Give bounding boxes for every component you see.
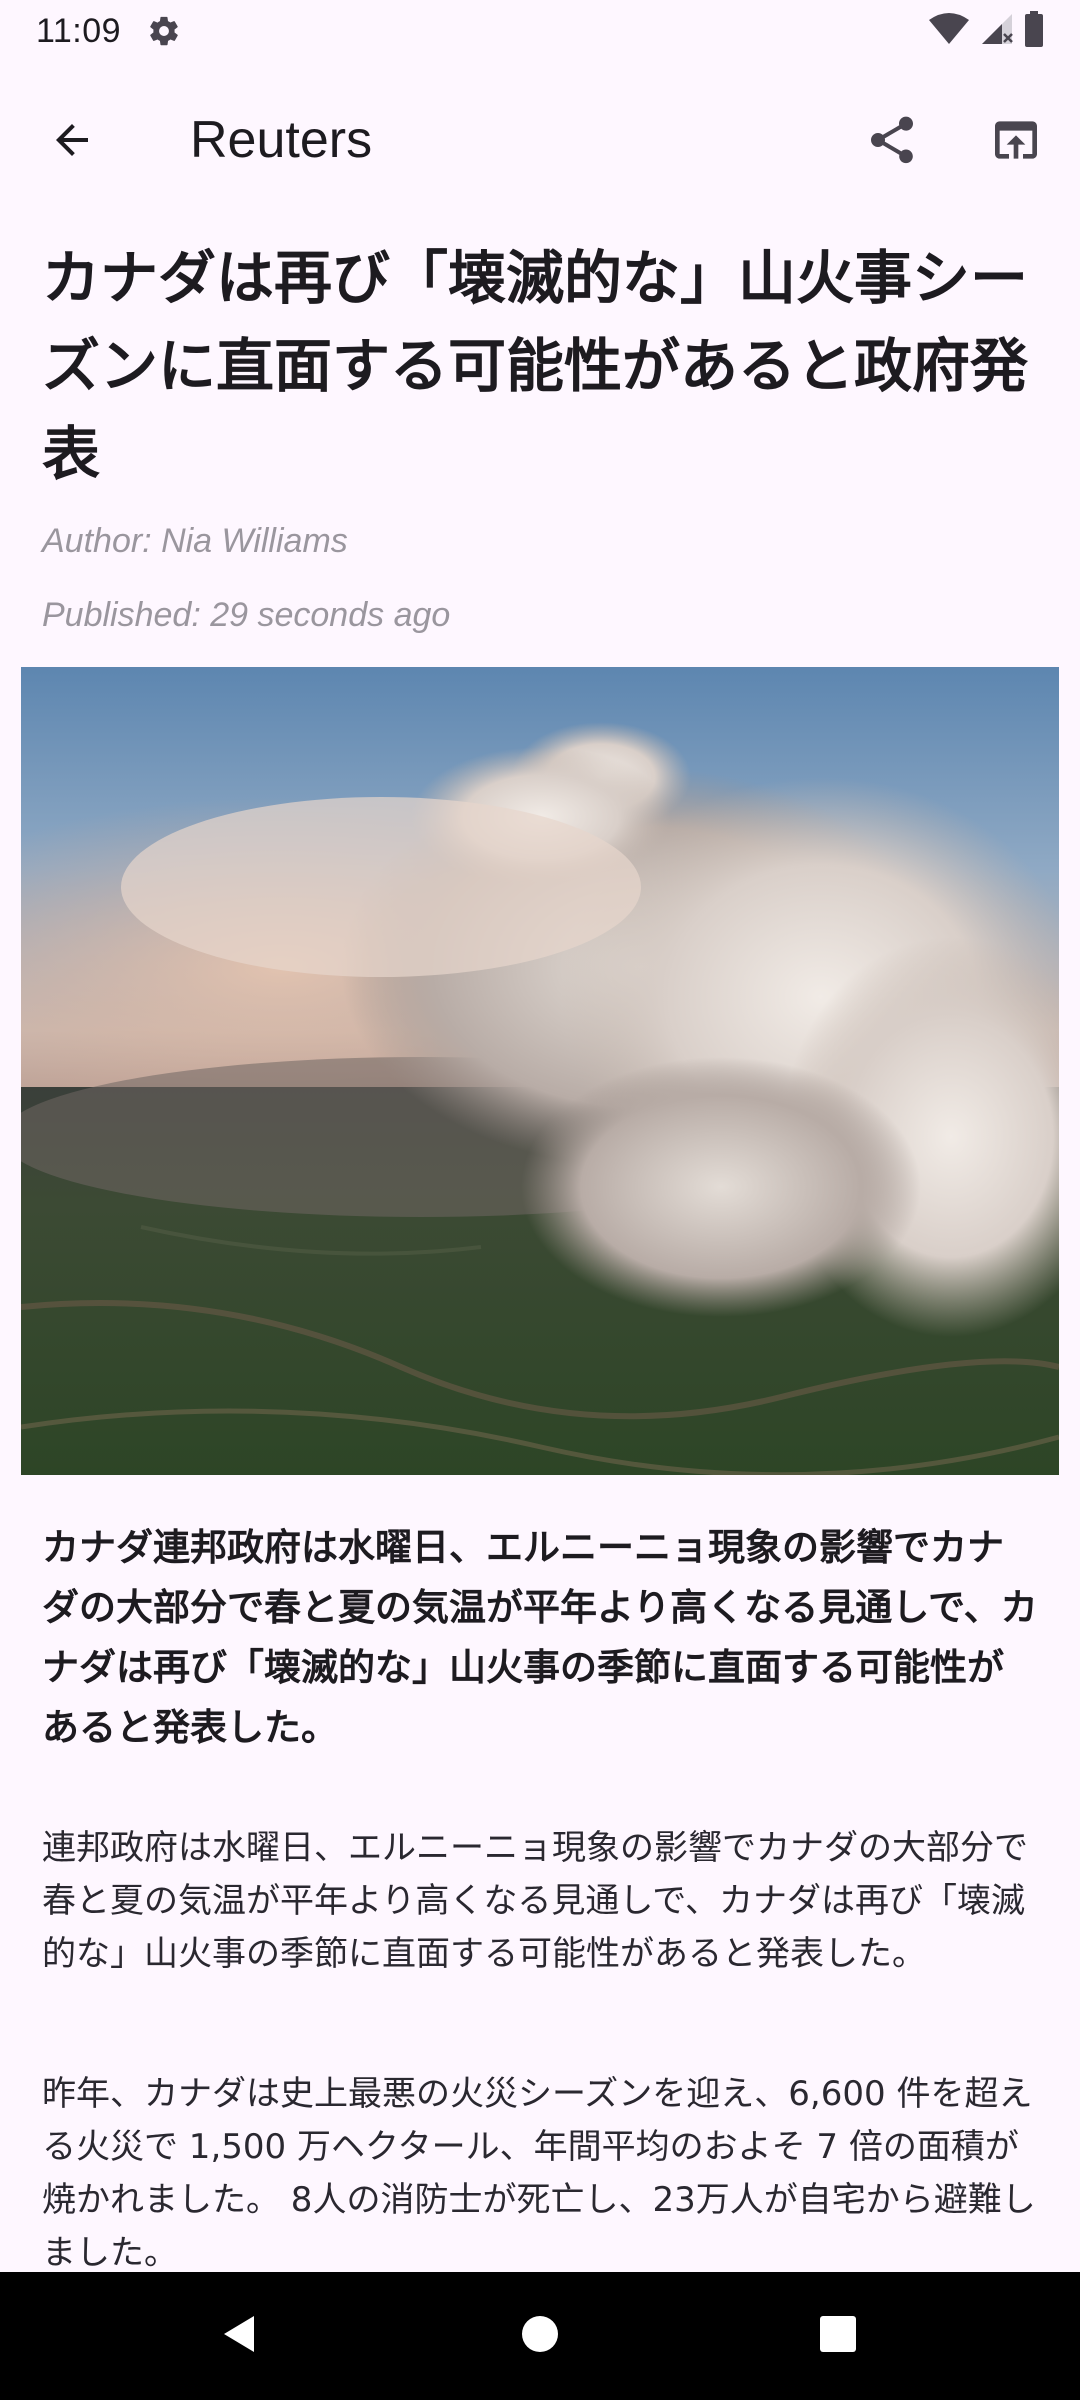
screen-content: 11:09 Reuters カナダは再び「壊滅的な」山火事シーズンに直面する可能… [0,0,1080,2272]
app-bar-title: Reuters [190,111,373,169]
nav-back-button[interactable] [198,2296,278,2376]
gear-icon [147,14,181,48]
open-in-browser-icon [988,112,1044,172]
status-bar: 11:09 [0,0,1080,62]
cellular-signal-icon [980,12,1014,50]
back-button[interactable] [30,100,114,184]
nav-recents-icon [818,2314,858,2358]
status-time: 11:09 [36,11,122,50]
article-published-time: Published: 29 seconds ago [42,596,451,634]
nav-recents-button[interactable] [798,2296,878,2376]
article-lead: カナダ連邦政府は水曜日、エルニーニョ現象の影響でカナダの大部分で春と夏の気温が平… [42,1526,1038,1749]
arrow-back-icon [48,116,96,168]
nav-back-icon [218,2312,258,2360]
system-navigation-bar [0,2272,1080,2400]
article-paragraph: 昨年、カナダは史上最悪の火災シーズンを迎え、6,600 件を超える火災で 1,5… [42,2074,1036,2272]
article-hero-image [21,667,1059,1475]
share-icon [864,112,920,172]
article-headline: カナダは再び「壊滅的な」山火事シーズンに直面する可能性があると政府発表 [42,244,1029,488]
share-button[interactable] [850,100,934,184]
wifi-icon [928,12,970,50]
article-author: Author: Nia Williams [42,522,348,560]
open-in-browser-button[interactable] [974,100,1058,184]
nav-home-icon [520,2314,560,2358]
top-app-bar: Reuters [0,62,1080,210]
nav-home-button[interactable] [500,2296,580,2376]
status-icons [928,11,1044,51]
article-paragraph: 連邦政府は水曜日、エルニーニョ現象の影響でカナダの大部分で春と夏の気温が平年より… [42,1828,1028,1974]
battery-icon [1024,11,1044,51]
